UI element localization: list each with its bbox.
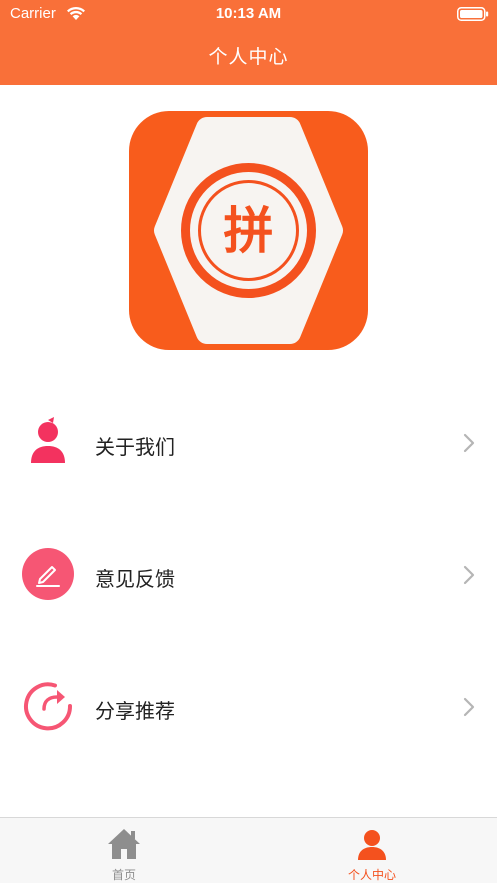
menu-item-about-us[interactable]: 关于我们 xyxy=(0,376,497,508)
home-icon xyxy=(108,829,140,859)
tab-label-home: 首页 xyxy=(111,868,136,882)
edit-icon xyxy=(22,548,74,600)
tab-label-profile: 个人中心 xyxy=(347,868,396,882)
menu-label-share: 分享推荐 xyxy=(95,699,175,723)
menu-label-feedback: 意见反馈 xyxy=(95,567,175,591)
chevron-right-icon xyxy=(463,433,475,453)
person-icon xyxy=(31,417,65,463)
menu-label-about-us: 关于我们 xyxy=(95,435,175,459)
chevron-right-icon xyxy=(463,565,475,585)
profile-screen: Carrier 10:13 AM 个人中心 拼 关于我们 意见反馈 分享推荐 首… xyxy=(0,0,497,883)
tab-home[interactable]: 首页 xyxy=(0,818,248,883)
tab-bar: 首页 个人中心 xyxy=(0,817,497,883)
clock: 10:13 AM xyxy=(215,5,282,22)
header: Carrier 10:13 AM 个人中心 xyxy=(0,0,497,85)
status-bar: Carrier 10:13 AM xyxy=(0,0,497,28)
share-icon xyxy=(24,682,73,731)
battery-icon xyxy=(457,7,489,21)
chevron-right-icon xyxy=(463,697,475,717)
profile-icon xyxy=(358,830,386,860)
app-logo: 拼 xyxy=(129,111,368,350)
menu-item-feedback[interactable]: 意见反馈 xyxy=(0,508,497,640)
tab-profile[interactable]: 个人中心 xyxy=(248,818,496,883)
menu-item-share[interactable]: 分享推荐 xyxy=(0,640,497,772)
logo-glyph: 拼 xyxy=(224,202,274,260)
page-title: 个人中心 xyxy=(208,46,289,68)
